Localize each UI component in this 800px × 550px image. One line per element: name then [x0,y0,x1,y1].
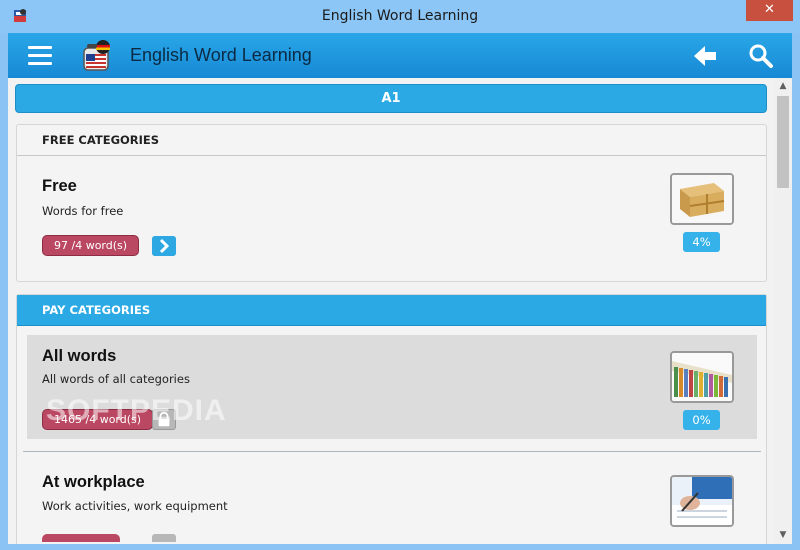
word-count-badge: 1465 /4 word(s) [42,409,154,430]
category-title: Free [42,177,77,195]
category-title: All words [42,347,117,365]
category-at-workplace[interactable]: At workplace Work activities, work equip… [27,461,757,544]
app-header: English Word Learning [8,33,792,78]
app-window: English Word Learning A1 FREE CATEGORIES… [8,33,792,544]
progress-badge: 4% [683,232,720,252]
chevron-right-icon[interactable] [152,236,176,256]
category-all-words[interactable]: All words All words of all categories 14… [27,335,757,439]
scroll-thumb[interactable] [777,96,789,188]
pay-categories-section: PAY CATEGORIES All words All words of al… [16,294,767,544]
pay-categories-header: PAY CATEGORIES [17,295,766,326]
word-count-badge [42,534,120,542]
scroll-up-icon[interactable]: ▲ [774,78,792,95]
close-button[interactable]: ✕ [746,0,793,21]
word-count-badge: 97 /4 word(s) [42,235,140,256]
window-title: English Word Learning [321,8,479,24]
main-content: A1 FREE CATEGORIES Free Words for free 9… [8,78,774,544]
free-categories-section: FREE CATEGORIES Free Words for free 97 /… [16,124,767,282]
category-description: Work activities, work equipment [42,499,228,513]
back-arrow-icon[interactable] [692,44,718,68]
scroll-down-icon[interactable]: ▼ [774,527,792,544]
gift-box-image [670,173,734,225]
app-logo-icon [83,40,110,71]
level-tab-a1[interactable]: A1 [15,84,767,113]
lock-icon [152,409,176,430]
vertical-scrollbar[interactable]: ▲ ▼ [774,78,792,544]
window-titlebar: English Word Learning ✕ [0,0,800,33]
category-description: Words for free [42,204,124,218]
progress-badge: 0% [683,410,720,430]
books-image [670,351,734,403]
writing-hand-image [670,475,734,527]
free-categories-header: FREE CATEGORIES [17,125,766,156]
category-title: At workplace [42,473,145,491]
app-title: English Word Learning [130,45,312,65]
hamburger-menu-icon[interactable] [28,46,52,66]
lock-icon [152,534,176,542]
category-description: All words of all categories [42,372,190,386]
category-free[interactable]: Free Words for free 97 /4 word(s) 4% [17,157,766,282]
search-icon[interactable] [748,43,774,69]
category-divider [23,451,761,452]
